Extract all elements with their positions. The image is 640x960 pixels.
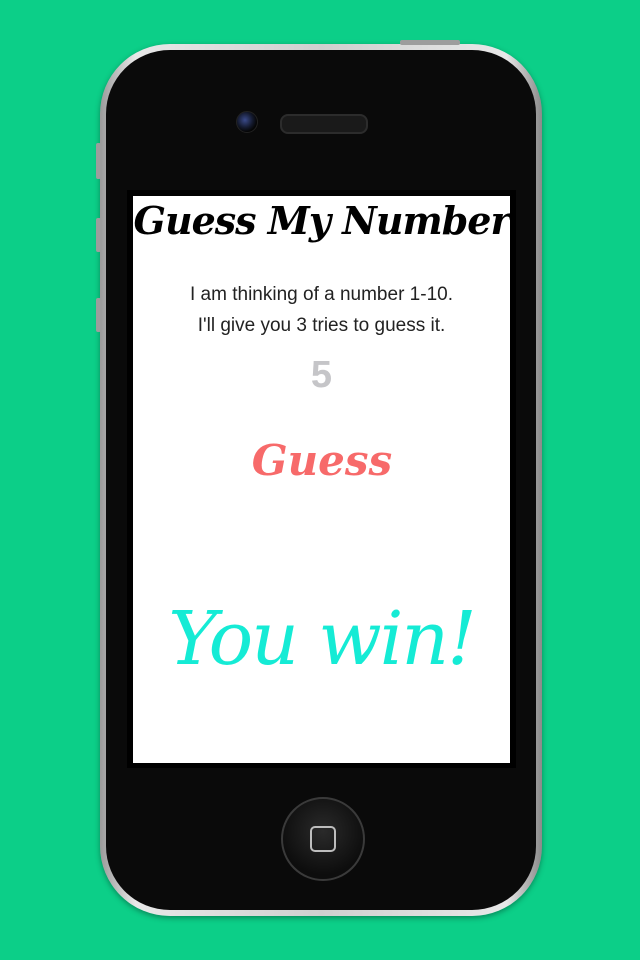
home-icon xyxy=(310,826,336,852)
home-button[interactable] xyxy=(281,797,365,881)
intro-text-line-1: I am thinking of a number 1-10. xyxy=(190,284,453,305)
volume-down-button xyxy=(96,298,101,332)
volume-up-button xyxy=(96,218,101,252)
speaker-grille xyxy=(280,114,368,134)
mute-switch xyxy=(96,143,101,179)
guess-button[interactable]: Guess xyxy=(232,431,412,489)
app-title: Guess My Number xyxy=(133,198,511,243)
app-screen: Guess My Number I am thinking of a numbe… xyxy=(133,196,510,763)
guess-number-field[interactable]: 5 xyxy=(133,354,510,397)
camera-icon xyxy=(236,111,258,133)
power-button xyxy=(400,40,460,45)
result-message: You win! xyxy=(168,596,477,682)
intro-text-line-2: I'll give you 3 tries to guess it. xyxy=(197,315,446,336)
